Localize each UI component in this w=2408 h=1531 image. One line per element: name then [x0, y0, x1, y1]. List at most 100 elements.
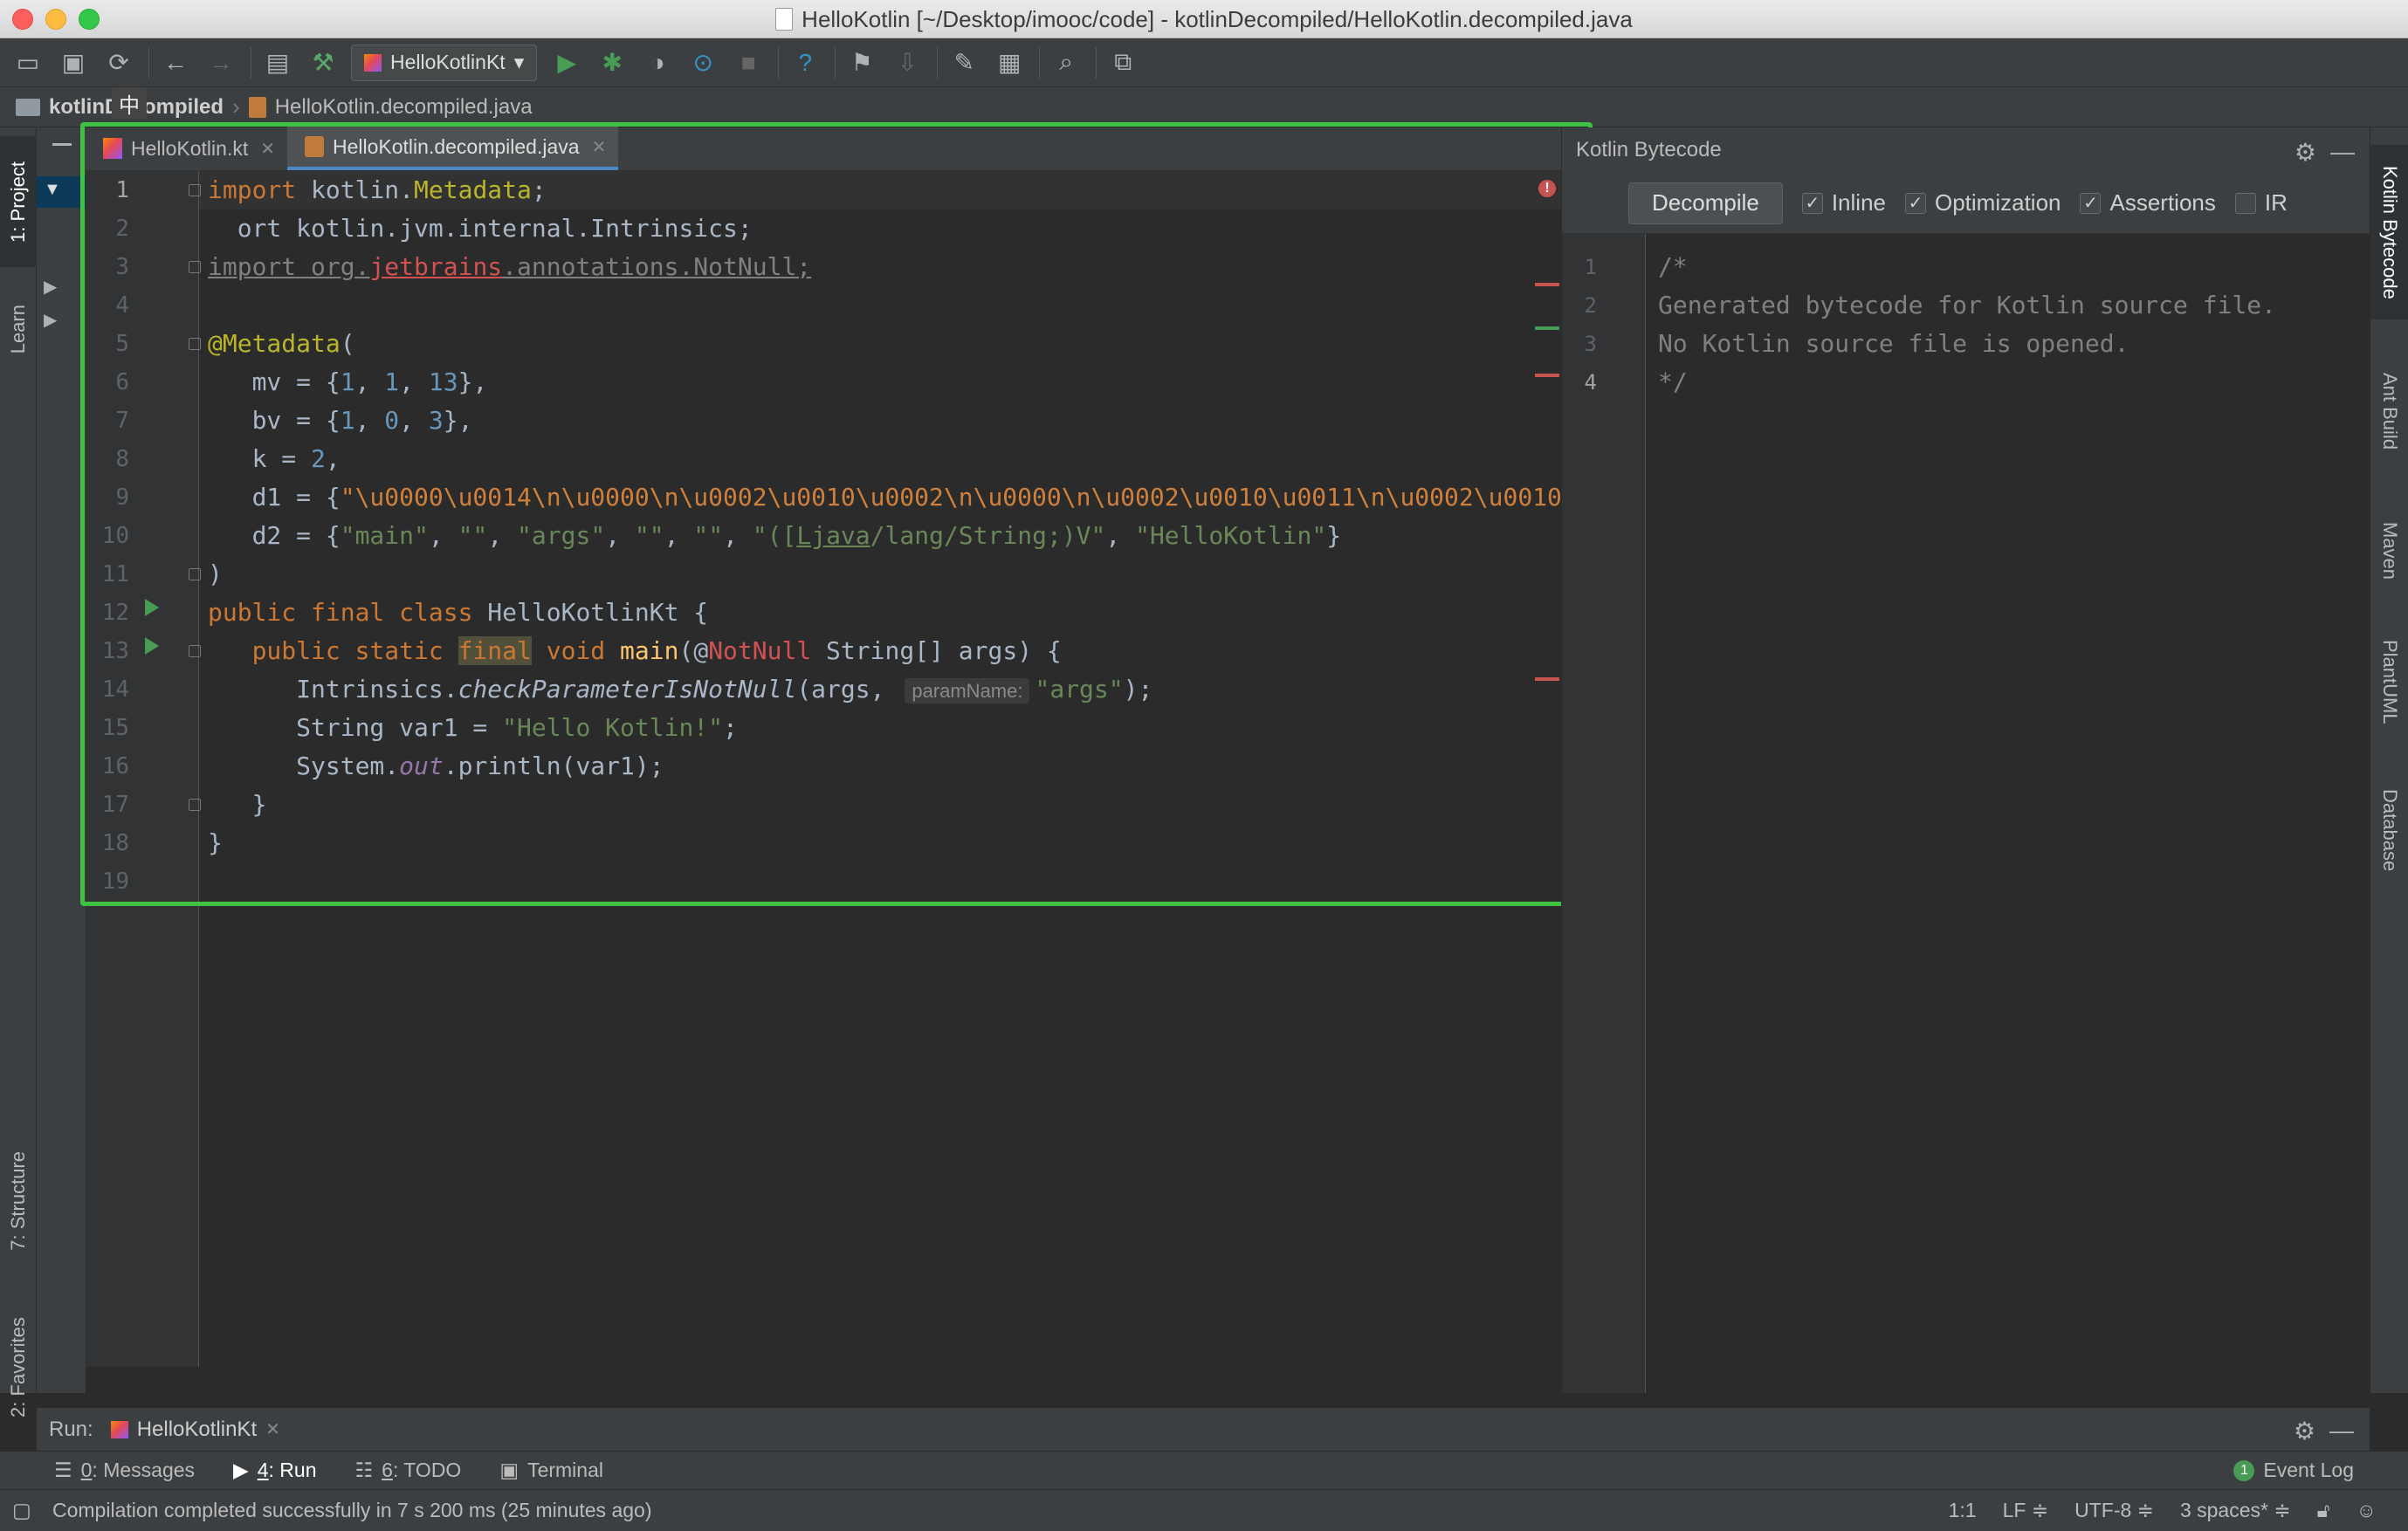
close-icon[interactable]: ✕ [592, 136, 607, 158]
token: void [531, 636, 621, 665]
java-file-icon [248, 96, 266, 118]
search-icon[interactable]: ⌕ [1049, 45, 1084, 80]
sdk-icon[interactable]: ▦ [992, 45, 1027, 80]
inline-checkbox[interactable]: ✓ Inline [1801, 189, 1886, 216]
settings-icon[interactable]: ✎ [946, 45, 981, 80]
editor-gutter: 1 2 3 4 5 6 7 8 9 10 11 12 13 14 15 16 1… [86, 171, 201, 1367]
indent-setting[interactable]: 3 spaces* ≑ [2180, 1499, 2291, 1522]
debug-icon[interactable]: ✱ [595, 45, 630, 80]
run-configuration-select[interactable]: HelloKotlinKt ▾ [351, 44, 538, 81]
tool-tab-plantuml[interactable]: PlantUML [2370, 625, 2408, 738]
tree-collapse-icon[interactable]: ▶ [44, 276, 57, 298]
bytecode-header: Kotlin Bytecode ⚙ — [1562, 127, 2370, 173]
token: 1 [384, 367, 400, 396]
run-class-icon[interactable] [145, 599, 159, 616]
close-icon[interactable]: ✕ [260, 138, 275, 160]
help-icon[interactable]: ? [788, 45, 822, 80]
profile-icon[interactable]: ⊙ [685, 45, 720, 80]
close-icon[interactable]: ✕ [265, 1418, 280, 1440]
parameter-hint: paramName: [905, 678, 1030, 704]
run-main-icon[interactable] [145, 637, 159, 655]
tree-expand-icon[interactable]: ▼ [44, 180, 61, 200]
line-number: 9 [115, 484, 129, 511]
project-structure-icon[interactable]: ▤ [260, 45, 295, 80]
panel-toggle-icon[interactable]: ▢ [12, 1499, 31, 1522]
tool-window-todo[interactable]: ☷ 6: TODO [355, 1459, 462, 1482]
tool-tab-structure[interactable]: 7: Structure [0, 1123, 37, 1280]
token: 1 [340, 406, 355, 435]
inspector-icon[interactable]: ☺ [2356, 1499, 2377, 1522]
file-encoding[interactable]: UTF-8 ≑ [2074, 1499, 2154, 1522]
minimize-icon[interactable]: — [2329, 1417, 2354, 1445]
assertions-checkbox[interactable]: ✓ Assertions [2080, 189, 2216, 216]
tool-tab-learn[interactable]: Learn [0, 281, 37, 377]
token: "args" [1035, 675, 1124, 704]
save-icon[interactable]: ▣ [56, 45, 91, 80]
tool-tab-maven[interactable]: Maven [2370, 503, 2408, 599]
tool-tab-favorites[interactable]: 2: Favorites [0, 1288, 37, 1445]
gear-icon[interactable]: ⚙ [2294, 1417, 2315, 1445]
line-separator[interactable]: LF ≑ [2003, 1499, 2049, 1522]
code-line: System.out.println(var1); [199, 747, 664, 786]
decompile-button[interactable]: Decompile [1628, 182, 1783, 224]
build-icon[interactable]: ⚒ [306, 45, 341, 80]
minimize-icon[interactable] [52, 143, 72, 146]
bytecode-view[interactable]: /* Generated bytecode for Kotlin source … [1646, 234, 2370, 1393]
token: 1 [340, 367, 355, 396]
gear-icon[interactable]: ⚙ [2294, 138, 2316, 167]
tool-tab-kotlin-bytecode[interactable]: Kotlin Bytecode [2370, 145, 2408, 319]
line-number: 11 [101, 561, 129, 587]
line-number: 16 [101, 753, 129, 779]
line-number: 1 [115, 177, 129, 203]
event-count-badge: 1 [2233, 1459, 2255, 1481]
code-line: String var1 = "Hello Kotlin!"; [199, 709, 738, 747]
token: System. [208, 752, 400, 780]
change-stripe-mark[interactable] [1535, 326, 1559, 330]
minimize-icon[interactable]: — [2330, 138, 2355, 166]
token: Metadata [414, 175, 532, 204]
back-icon[interactable]: ← [158, 45, 193, 80]
breadcrumb-file[interactable]: HelloKotlin.decompiled.java [275, 95, 533, 120]
code-line: Intrinsics.checkParameterIsNotNull(args,… [199, 670, 1152, 709]
error-stripe-mark[interactable] [1535, 374, 1559, 377]
tool-tab-database[interactable]: Database [2370, 773, 2408, 887]
error-indicator-icon[interactable]: ! [1538, 180, 1556, 197]
code-view[interactable]: import kotlin.Metadata; ort kotlin.jvm.i… [199, 171, 1648, 1367]
token: "\u0000\u0014\n\u0000\n\u0002\u0010\u000… [340, 483, 1636, 511]
error-stripe-mark[interactable] [1535, 283, 1559, 286]
token: } [1326, 521, 1342, 550]
vcs-update-icon[interactable]: ⇩ [890, 45, 925, 80]
tree-collapse-icon[interactable]: ▶ [44, 309, 57, 331]
tool-window-run[interactable]: ▶ 4: Run [233, 1459, 316, 1482]
tab-hellokotlin-kt[interactable]: HelloKotlin.kt ✕ [86, 127, 287, 170]
stop-icon[interactable]: ■ [731, 45, 766, 80]
messages-icon: ☰ [54, 1459, 72, 1481]
line-number: 8 [115, 446, 129, 472]
token: , [325, 444, 341, 473]
token: Intrinsics. [208, 675, 458, 704]
tool-window-terminal[interactable]: ▣ Terminal [499, 1459, 603, 1482]
run-icon[interactable]: ▶ [549, 45, 584, 80]
event-log-button[interactable]: 1 Event Log [2233, 1459, 2354, 1482]
tool-tab-ant-build[interactable]: Ant Build [2370, 354, 2408, 468]
vcs-icon[interactable]: ⚑ [844, 45, 879, 80]
tool-window-messages[interactable]: ☰ 0: Messages [54, 1459, 195, 1482]
folder-icon [16, 98, 40, 116]
error-stripe-mark[interactable] [1535, 677, 1559, 681]
forward-icon[interactable]: → [203, 45, 238, 80]
line-number: 15 [101, 715, 129, 741]
optimization-checkbox[interactable]: ✓ Optimization [1904, 189, 2061, 216]
open-folder-icon[interactable]: ▭ [10, 45, 45, 80]
ir-checkbox[interactable]: IR [2234, 189, 2288, 216]
tab-hellokotlin-decompiled-java[interactable]: HelloKotlin.decompiled.java ✕ [287, 127, 619, 170]
sync-icon[interactable]: ⟳ [101, 45, 136, 80]
coverage-icon[interactable]: ◑ [640, 45, 675, 80]
lock-icon[interactable]: 🔓︎ [2317, 1499, 2330, 1522]
ime-indicator: 中 [112, 87, 147, 119]
terminal-icon[interactable]: ⧉ [1105, 45, 1140, 80]
kotlin-file-icon [103, 138, 122, 159]
toolbar-divider [1039, 46, 1041, 79]
run-tab[interactable]: HelloKotlinKt ✕ [110, 1418, 280, 1442]
tool-tab-project[interactable]: 1: Project [0, 136, 37, 267]
caret-position[interactable]: 1:1 [1949, 1499, 1977, 1522]
